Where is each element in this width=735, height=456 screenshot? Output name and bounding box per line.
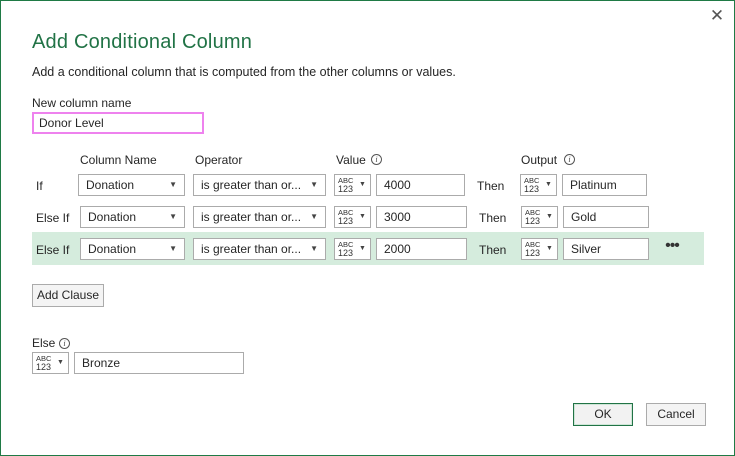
chevron-down-icon: ▼ xyxy=(359,181,366,188)
chevron-down-icon: ▼ xyxy=(310,244,318,253)
chevron-down-icon: ▼ xyxy=(310,180,318,189)
chevron-down-icon: ▼ xyxy=(546,213,553,220)
output-info-icon[interactable]: i xyxy=(564,154,575,165)
clause-1-prefix: If xyxy=(36,179,43,193)
clause-2-output-type-button[interactable]: ABC 123 ▼ xyxy=(521,206,558,228)
type-number-label: 123 xyxy=(338,216,354,226)
close-icon[interactable]: ✕ xyxy=(705,5,729,27)
type-number-label: 123 xyxy=(338,184,354,194)
clause-3-operator-value: is greater than or... xyxy=(201,242,302,256)
clause-3-value-type-button[interactable]: ABC 123 ▼ xyxy=(334,238,371,260)
clause-3-prefix: Else If xyxy=(36,243,70,257)
dialog-subtitle: Add a conditional column that is compute… xyxy=(32,65,456,79)
add-conditional-column-dialog: ✕ Add Conditional Column Add a condition… xyxy=(0,0,735,456)
chevron-down-icon: ▼ xyxy=(169,180,177,189)
else-type-button[interactable]: ABC 123 ▼ xyxy=(32,352,69,374)
clause-1-value-input[interactable]: 4000 xyxy=(376,174,465,196)
clause-1-operator-select[interactable]: is greater than or... ▼ xyxy=(193,174,326,196)
new-column-name-input[interactable]: Donor Level xyxy=(32,112,204,134)
clause-2-column-value: Donation xyxy=(88,210,137,224)
operator-header: Operator xyxy=(195,153,243,167)
else-info-icon[interactable]: i xyxy=(59,338,70,349)
clause-2-value-input[interactable]: 3000 xyxy=(376,206,467,228)
clause-1-column-value: Donation xyxy=(86,178,135,192)
clause-2-output-input[interactable]: Gold xyxy=(563,206,649,228)
chevron-down-icon: ▼ xyxy=(310,212,318,221)
type-number-label: 123 xyxy=(36,362,52,372)
type-number-label: 123 xyxy=(525,216,541,226)
clause-3-operator-select[interactable]: is greater than or... ▼ xyxy=(193,238,326,260)
clause-3-output-input[interactable]: Silver xyxy=(563,238,649,260)
dialog-title: Add Conditional Column xyxy=(32,31,253,53)
clause-3-column-value: Donation xyxy=(88,242,137,256)
else-value-input[interactable]: Bronze xyxy=(74,352,244,374)
chevron-down-icon: ▼ xyxy=(545,181,552,188)
chevron-down-icon: ▼ xyxy=(169,244,177,253)
new-column-name-label: New column name xyxy=(32,96,132,110)
clause-1-column-select[interactable]: Donation ▼ xyxy=(78,174,185,196)
more-options-icon[interactable]: ••• xyxy=(662,237,682,259)
clause-2-prefix: Else If xyxy=(36,211,70,225)
clause-3-then-label: Then xyxy=(479,243,507,257)
output-header: Output xyxy=(521,153,558,167)
clause-1-value-type-button[interactable]: ABC 123 ▼ xyxy=(334,174,371,196)
chevron-down-icon: ▼ xyxy=(359,213,366,220)
value-header: Value xyxy=(336,153,366,167)
value-info-icon[interactable]: i xyxy=(371,154,382,165)
clause-2-operator-value: is greater than or... xyxy=(201,210,302,224)
clause-2-operator-select[interactable]: is greater than or... ▼ xyxy=(193,206,326,228)
type-number-label: 123 xyxy=(524,184,540,194)
clause-2-column-select[interactable]: Donation ▼ xyxy=(80,206,185,228)
type-number-label: 123 xyxy=(525,248,541,258)
clause-2-then-label: Then xyxy=(479,211,507,225)
clause-1-output-type-button[interactable]: ABC 123 ▼ xyxy=(520,174,557,196)
chevron-down-icon: ▼ xyxy=(359,245,366,252)
clause-3-value-input[interactable]: 2000 xyxy=(376,238,467,260)
clause-3-column-select[interactable]: Donation ▼ xyxy=(80,238,185,260)
clause-1-then-label: Then xyxy=(477,179,505,193)
type-number-label: 123 xyxy=(338,248,354,258)
add-clause-button[interactable]: Add Clause xyxy=(32,284,104,307)
clause-3-output-type-button[interactable]: ABC 123 ▼ xyxy=(521,238,558,260)
chevron-down-icon: ▼ xyxy=(546,245,553,252)
clause-2-value-type-button[interactable]: ABC 123 ▼ xyxy=(334,206,371,228)
cancel-button[interactable]: Cancel xyxy=(646,403,706,426)
chevron-down-icon: ▼ xyxy=(169,212,177,221)
chevron-down-icon: ▼ xyxy=(57,359,64,366)
ok-button[interactable]: OK xyxy=(573,403,633,426)
else-label: Else xyxy=(32,336,56,350)
clause-1-output-input[interactable]: Platinum xyxy=(562,174,647,196)
clause-1-operator-value: is greater than or... xyxy=(201,178,302,192)
column-name-header: Column Name xyxy=(80,153,157,167)
